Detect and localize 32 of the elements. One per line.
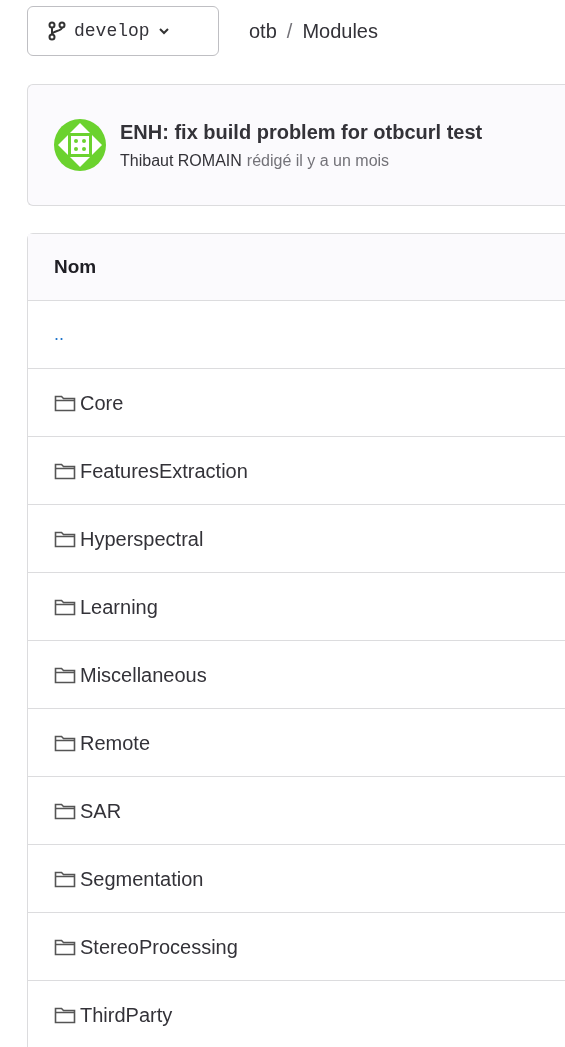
folder-link[interactable]: SAR	[80, 795, 122, 826]
folder-icon	[54, 461, 76, 480]
breadcrumb-link[interactable]: Modules	[302, 16, 378, 46]
folder-link[interactable]: StereoProcessing	[80, 931, 238, 962]
branch-dropdown[interactable]: develop	[27, 6, 219, 56]
breadcrumb-separator: /	[286, 19, 293, 44]
folder-link[interactable]: Miscellaneous	[80, 659, 207, 690]
folder-icon	[54, 801, 76, 820]
folder-icon	[54, 393, 76, 412]
folder-link[interactable]: FeaturesExtraction	[80, 455, 248, 486]
commit-time: rédigé il y a un mois	[246, 151, 390, 171]
folder-icon	[54, 937, 76, 956]
folder-link[interactable]: Remote	[80, 727, 151, 758]
chevron-down-icon	[157, 27, 170, 35]
folder-link[interactable]: Hyperspectral	[80, 523, 204, 554]
folder-icon	[54, 529, 76, 548]
folder-link[interactable]: Core	[80, 387, 124, 418]
branch-icon	[48, 21, 66, 41]
parent-directory-link[interactable]: ..	[54, 321, 64, 348]
folder-icon	[54, 665, 76, 684]
folder-link[interactable]: Segmentation	[80, 863, 204, 894]
folder-link[interactable]: Learning	[80, 591, 158, 622]
avatar-icon	[54, 119, 106, 171]
commit-title-link[interactable]: ENH: fix build problem for otbcurl test	[120, 117, 483, 147]
folder-icon	[54, 733, 76, 752]
folder-icon	[54, 1005, 76, 1024]
folder-icon	[54, 597, 76, 616]
folder-icon	[54, 869, 76, 888]
folder-link[interactable]: ThirdParty	[80, 999, 173, 1030]
breadcrumb-link[interactable]: otb	[249, 16, 277, 46]
author-link[interactable]: Thibaut ROMAIN	[120, 149, 242, 173]
column-header: Nom	[54, 254, 97, 279]
